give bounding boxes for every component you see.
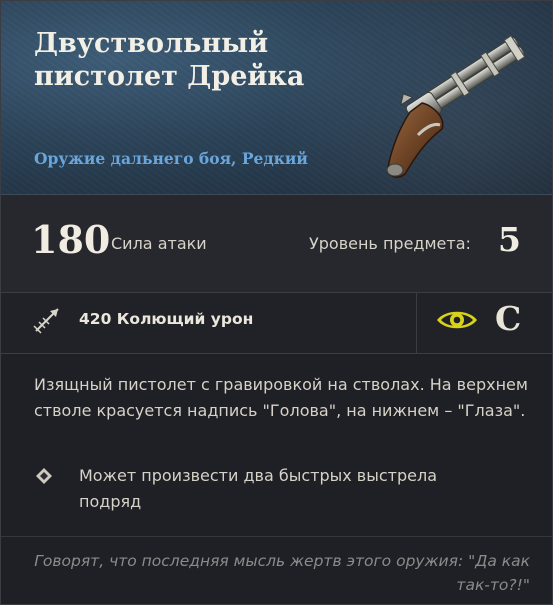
item-tooltip: Двуствольный пистолет Дрейка Оружие даль… <box>0 0 553 605</box>
divider <box>1 536 552 537</box>
piercing-damage-icon <box>33 308 59 334</box>
item-title: Двуствольный пистолет Дрейка <box>34 28 305 92</box>
item-description: Изящный пистолет с гравировкой на ствола… <box>34 375 528 420</box>
diamond-bullet-icon <box>36 468 52 484</box>
attack-label: Сила атаки <box>111 234 207 253</box>
item-category: Оружие дальнего боя, Редкий <box>34 149 308 168</box>
perk-text: Может произвести два быстрых выстрела по… <box>79 466 437 511</box>
scaling-grade: C <box>495 299 522 338</box>
eye-icon <box>437 311 477 329</box>
pistol-icon <box>386 35 526 178</box>
divider <box>416 293 417 353</box>
flavor-text: Говорят, что последняя мысль жертв этого… <box>34 552 530 594</box>
item-level-label: Уровень предмета: <box>309 234 471 253</box>
damage-text: 420 Колющий урон <box>79 310 254 328</box>
attack-value: 180 <box>31 217 111 262</box>
item-level-value: 5 <box>498 220 521 259</box>
